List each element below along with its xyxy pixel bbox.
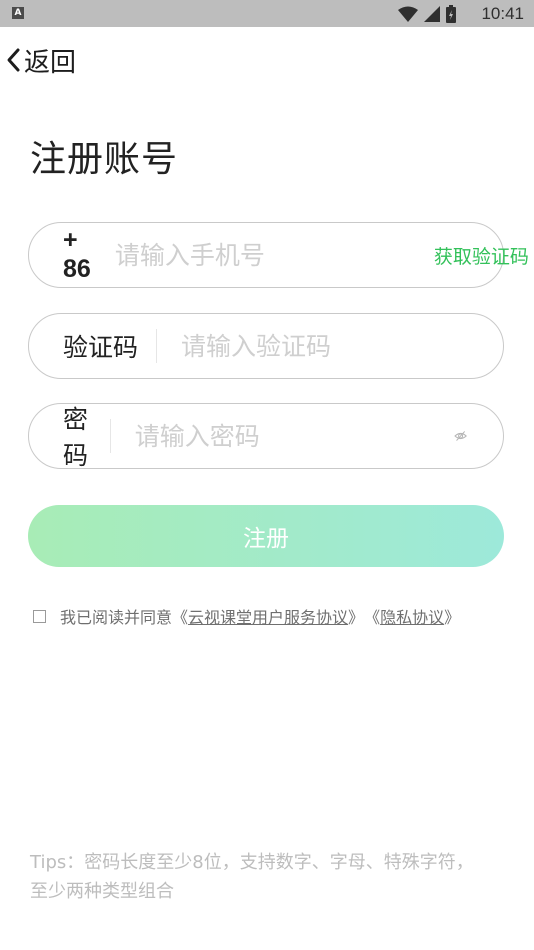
agreement-checkbox[interactable] bbox=[33, 609, 46, 623]
get-code-button[interactable]: 获取验证码 bbox=[434, 242, 529, 269]
agreement-bracket-close: 》 bbox=[444, 608, 461, 627]
verify-code-label: 验证码 bbox=[63, 333, 139, 362]
field-divider bbox=[110, 419, 111, 453]
phone-input[interactable] bbox=[112, 239, 434, 271]
password-label: 密码 bbox=[63, 405, 89, 470]
agreement-row: 我已阅读并同意 《 云视课堂用户服务协议 》 《 隐私协议 》 bbox=[33, 604, 460, 628]
privacy-agreement-link[interactable]: 隐私协议 bbox=[380, 604, 444, 628]
password-field: 密码 bbox=[28, 403, 504, 470]
verify-code-field: 验证码 bbox=[28, 313, 504, 379]
chevron-left-icon bbox=[7, 48, 20, 72]
notification-icon: A bbox=[12, 7, 24, 19]
battery-icon bbox=[446, 5, 456, 23]
verify-code-input[interactable] bbox=[179, 330, 503, 362]
cellular-signal-icon bbox=[424, 6, 440, 22]
agreement-prefix: 我已阅读并同意 bbox=[60, 608, 173, 627]
eye-off-icon[interactable] bbox=[454, 423, 467, 449]
back-label: 返回 bbox=[24, 47, 77, 78]
register-page: A 10:41 返回 注册账号 + 86 获取验证码 bbox=[0, 0, 534, 950]
agreement-bracket-close: 》 bbox=[348, 608, 365, 627]
password-tips: Tips：密码长度至少8位，支持数字、字母、特殊字符，至少两种类型组合 bbox=[30, 852, 474, 902]
page-title: 注册账号 bbox=[30, 139, 179, 180]
phone-field: + 86 获取验证码 bbox=[28, 222, 529, 288]
country-code[interactable]: + 86 bbox=[29, 226, 91, 284]
field-divider bbox=[156, 329, 157, 363]
agreement-bracket-open: 《 bbox=[172, 608, 189, 627]
status-bar: A 10:41 bbox=[0, 0, 534, 27]
password-input[interactable] bbox=[132, 420, 454, 452]
register-button-label: 注册 bbox=[243, 526, 289, 552]
back-button[interactable]: 返回 bbox=[4, 40, 76, 80]
register-button[interactable]: 注册 bbox=[28, 505, 504, 567]
service-agreement-link[interactable]: 云视课堂用户服务协议 bbox=[188, 604, 348, 628]
status-time: 10:41 bbox=[481, 4, 524, 23]
wifi-icon bbox=[398, 6, 418, 22]
agreement-bracket-open: 《 bbox=[364, 608, 381, 627]
status-icons bbox=[398, 5, 456, 23]
